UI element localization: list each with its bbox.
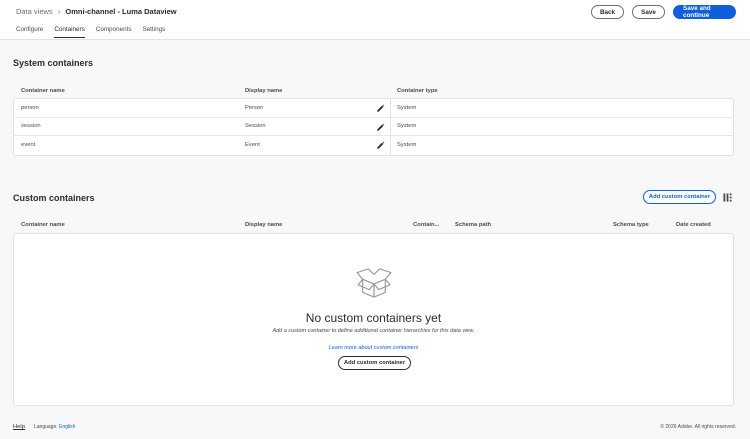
column-header-container-name[interactable]: Container name — [21, 222, 65, 228]
empty-state-description: Add a custom container to define additio… — [272, 328, 475, 334]
language-label: Language: — [34, 424, 58, 430]
tab-configure[interactable]: Configure — [16, 26, 43, 38]
app-header: Data views › Omni-channel - Luma Datavie… — [0, 0, 750, 40]
custom-containers-empty-state: No custom containers yet Add a custom co… — [13, 233, 734, 406]
empty-state-title: No custom containers yet — [305, 311, 442, 325]
column-header-container-name[interactable]: Container name — [21, 88, 65, 94]
column-divider — [390, 117, 391, 135]
page-title: Omni-channel - Luma Dataview — [65, 7, 177, 16]
pencil-icon[interactable] — [376, 123, 385, 132]
save-and-continue-button[interactable]: Save and continue — [673, 5, 736, 19]
add-custom-container-button[interactable]: Add custom container — [643, 190, 716, 204]
add-custom-container-button-empty[interactable]: Add custom container — [338, 356, 411, 370]
tab-bar: Configure Containers Components Settings — [16, 26, 165, 38]
container-name-cell: session — [21, 123, 41, 130]
pencil-icon[interactable] — [376, 141, 385, 150]
container-type-cell: System — [397, 123, 417, 130]
display-name-cell: Session — [245, 123, 266, 130]
column-header-date-created[interactable]: Date created — [676, 222, 711, 228]
learn-more-link[interactable]: Learn more about custom containers — [14, 345, 733, 351]
display-name-cell: Person — [245, 104, 264, 111]
column-header-display-name[interactable]: Display name — [245, 88, 282, 94]
column-header-container-type[interactable]: Container type — [397, 88, 438, 94]
language-selector: Language: English — [34, 424, 75, 430]
language-link[interactable]: English — [59, 424, 75, 430]
container-type-cell: System — [397, 104, 417, 111]
container-name-cell: person — [21, 104, 39, 111]
custom-containers-title: Custom containers — [13, 193, 95, 203]
column-divider — [390, 136, 391, 155]
header-actions: Back Save Save and continue — [591, 5, 736, 19]
column-header-schema-path[interactable]: Schema path — [455, 222, 491, 228]
column-header-container[interactable]: Contain... — [413, 222, 439, 228]
save-button[interactable]: Save — [632, 5, 665, 19]
chevron-right-icon: › — [57, 7, 61, 16]
pencil-icon[interactable] — [376, 104, 385, 113]
column-divider — [390, 99, 391, 117]
back-button[interactable]: Back — [591, 5, 624, 19]
help-link[interactable]: Help — [13, 424, 25, 430]
column-header-schema-type[interactable]: Schema type — [613, 222, 649, 228]
display-name-cell: Event — [245, 142, 260, 149]
column-settings-icon[interactable] — [723, 193, 732, 202]
system-containers-table: person Person System session Session Sys… — [13, 98, 734, 156]
open-box-icon — [356, 268, 392, 298]
copyright-text: © 2026 Adobe. All rights reserved. — [660, 424, 736, 430]
tab-containers[interactable]: Containers — [54, 26, 85, 38]
breadcrumb-data-views[interactable]: Data views — [16, 7, 53, 16]
column-header-display-name[interactable]: Display name — [245, 222, 282, 228]
tab-components[interactable]: Components — [96, 26, 132, 38]
container-name-cell: event — [21, 142, 36, 149]
table-row[interactable]: event Event System — [14, 136, 733, 155]
tab-settings[interactable]: Settings — [142, 26, 165, 38]
table-row[interactable]: person Person System — [14, 99, 733, 118]
container-type-cell: System — [397, 142, 417, 149]
breadcrumb: Data views › Omni-channel - Luma Datavie… — [16, 7, 177, 16]
table-row[interactable]: session Session System — [14, 117, 733, 136]
system-containers-title: System containers — [13, 58, 94, 68]
footer: Help Language: English © 2026 Adobe. All… — [0, 416, 750, 439]
